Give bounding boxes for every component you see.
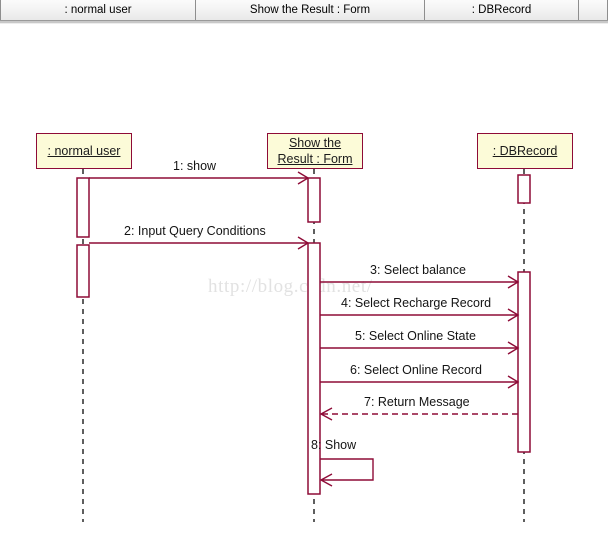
column-header-bar: : normal user Show the Result : Form : D… [0, 0, 608, 21]
message-label-6: 6: Select Online Record [350, 363, 483, 377]
message-label-7: 7: Return Message [364, 395, 470, 409]
activation-db-2 [517, 271, 531, 453]
message-arrow-4 [320, 308, 520, 322]
message-arrow-1 [89, 171, 310, 185]
message-label-8: 8: Show [311, 438, 357, 452]
column-header-dbrecord[interactable]: : DBRecord [425, 0, 579, 20]
lifeline-label-normal-user: : normal user [47, 144, 121, 158]
sequence-diagram-graphics [76, 169, 531, 522]
message-arrow-7 [319, 407, 518, 421]
message-arrow-5 [320, 341, 520, 355]
activation-db-1 [517, 174, 531, 204]
lifeline-box-show-the-result-form[interactable]: Show the Result : Form [267, 133, 363, 169]
message-arrow-8 [319, 458, 374, 487]
message-label-3: 3: Select balance [370, 263, 466, 277]
lifeline-label-dbrecord: : DBRecord [492, 144, 558, 158]
sequence-diagram-canvas[interactable]: http://blog.csdn.net/: normal user Show… [0, 24, 608, 557]
message-label-4: 4: Select Recharge Record [341, 296, 492, 310]
column-header-normal-user[interactable]: : normal user [0, 0, 196, 20]
lifeline-box-normal-user[interactable]: : normal user [36, 133, 132, 169]
lifeline-label-form-line2: Result : Form [277, 152, 353, 166]
message-label-1: 1: show [173, 159, 217, 173]
activation-actor-2 [76, 244, 90, 298]
column-header-show-the-result-form[interactable]: Show the Result : Form [196, 0, 425, 20]
lifeline-box-dbrecord[interactable]: : DBRecord [477, 133, 573, 169]
message-label-5: 5: Select Online State [355, 329, 476, 343]
activation-actor-1 [76, 177, 90, 238]
message-label-2: 2: Input Query Conditions [124, 224, 266, 238]
message-arrow-6 [320, 375, 520, 389]
message-arrow-2 [89, 236, 310, 250]
lifeline-dashes [82, 169, 525, 522]
column-header-empty[interactable] [579, 0, 608, 20]
activation-form-2 [307, 242, 321, 495]
lifeline-label-form-line1: Show the [288, 136, 342, 150]
activation-form-1 [307, 177, 321, 223]
message-arrow-3 [320, 275, 520, 289]
